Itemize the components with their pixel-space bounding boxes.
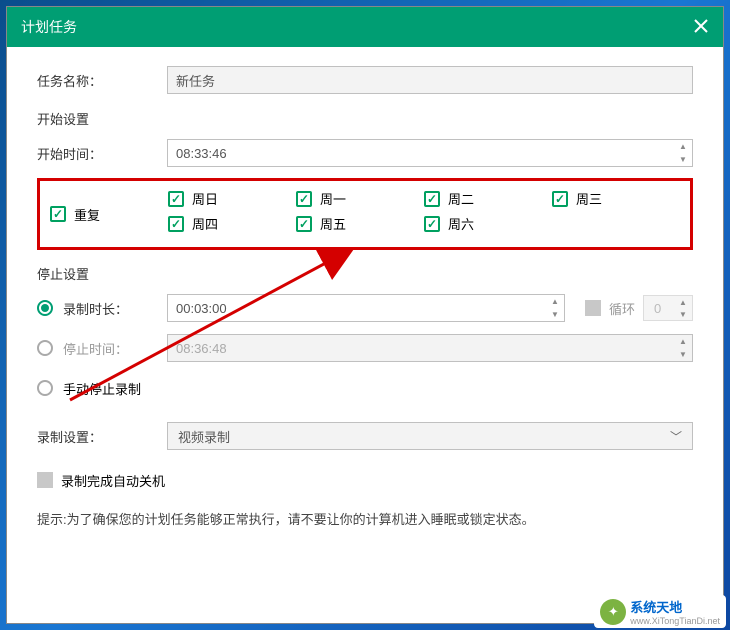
day-wed-checkbox[interactable] <box>552 191 568 207</box>
stop-time-input <box>167 334 693 362</box>
day-label: 周一 <box>320 189 346 208</box>
day-sun-checkbox[interactable] <box>168 191 184 207</box>
close-icon[interactable] <box>693 18 709 37</box>
dialog-title: 计划任务 <box>21 17 77 37</box>
chevron-down-icon: ▼ <box>674 308 692 320</box>
day-label: 周日 <box>192 189 218 208</box>
start-time-input[interactable] <box>167 139 693 167</box>
repeat-highlight-box: 重复 周日 周一 周二 周三 周四 周五 周六 <box>37 178 693 250</box>
manual-stop-label: 手动停止录制 <box>63 379 141 398</box>
hint-text: 提示:为了确保您的计划任务能够正常执行，请不要让你的计算机进入睡眠或锁定状态。 <box>37 509 693 528</box>
watermark: ✦ 系统天地 www.XiTongTianDi.net <box>594 595 726 628</box>
record-settings-label: 录制设置： <box>37 427 167 446</box>
repeat-checkbox[interactable] <box>50 206 66 222</box>
chevron-down-icon[interactable]: ▼ <box>546 308 564 321</box>
watermark-url: www.XiTongTianDi.net <box>630 616 720 626</box>
task-name-label: 任务名称： <box>37 71 167 90</box>
day-label: 周五 <box>320 214 346 233</box>
chevron-up-icon: ▲ <box>674 296 692 308</box>
dialog-content: 任务名称： 开始设置 开始时间： ▲ ▼ 重复 周日 <box>7 47 723 538</box>
manual-stop-radio[interactable] <box>37 380 53 396</box>
shutdown-checkbox[interactable] <box>37 472 53 488</box>
day-sat-checkbox[interactable] <box>424 216 440 232</box>
stop-settings-label: 停止设置 <box>37 264 693 283</box>
day-label: 周三 <box>576 189 602 208</box>
chevron-up-icon[interactable]: ▲ <box>546 295 564 308</box>
duration-label: 录制时长： <box>63 299 167 318</box>
stop-time-radio[interactable] <box>37 340 53 356</box>
day-label: 周六 <box>448 214 474 233</box>
chevron-down-icon[interactable]: ▼ <box>674 153 692 166</box>
globe-icon: ✦ <box>600 599 626 625</box>
chevron-up-icon[interactable]: ▲ <box>674 140 692 153</box>
record-mode-dropdown[interactable]: 视频录制 ﹀ <box>167 422 693 450</box>
day-fri-checkbox[interactable] <box>296 216 312 232</box>
day-mon-checkbox[interactable] <box>296 191 312 207</box>
chevron-down-icon: ﹀ <box>670 428 682 445</box>
shutdown-label: 录制完成自动关机 <box>61 471 165 490</box>
day-thu-checkbox[interactable] <box>168 216 184 232</box>
repeat-label: 重复 <box>74 205 100 224</box>
chevron-up-icon: ▲ <box>674 335 692 348</box>
day-label: 周二 <box>448 189 474 208</box>
scheduled-task-dialog: 计划任务 任务名称： 开始设置 开始时间： ▲ ▼ 重 <box>6 6 724 624</box>
watermark-brand: 系统天地 <box>630 600 682 615</box>
start-settings-label: 开始设置 <box>37 109 693 128</box>
loop-checkbox[interactable] <box>585 300 601 316</box>
loop-label: 循环 <box>609 299 635 318</box>
stop-time-label: 停止时间： <box>63 339 167 358</box>
chevron-down-icon: ▼ <box>674 348 692 361</box>
duration-input[interactable] <box>167 294 565 322</box>
duration-radio[interactable] <box>37 300 53 316</box>
day-label: 周四 <box>192 214 218 233</box>
start-time-label: 开始时间： <box>37 144 167 163</box>
titlebar: 计划任务 <box>7 7 723 47</box>
day-tue-checkbox[interactable] <box>424 191 440 207</box>
dropdown-value: 视频录制 <box>178 427 230 446</box>
loop-count-input: 0 ▲ ▼ <box>643 295 693 321</box>
task-name-input[interactable] <box>167 66 693 94</box>
